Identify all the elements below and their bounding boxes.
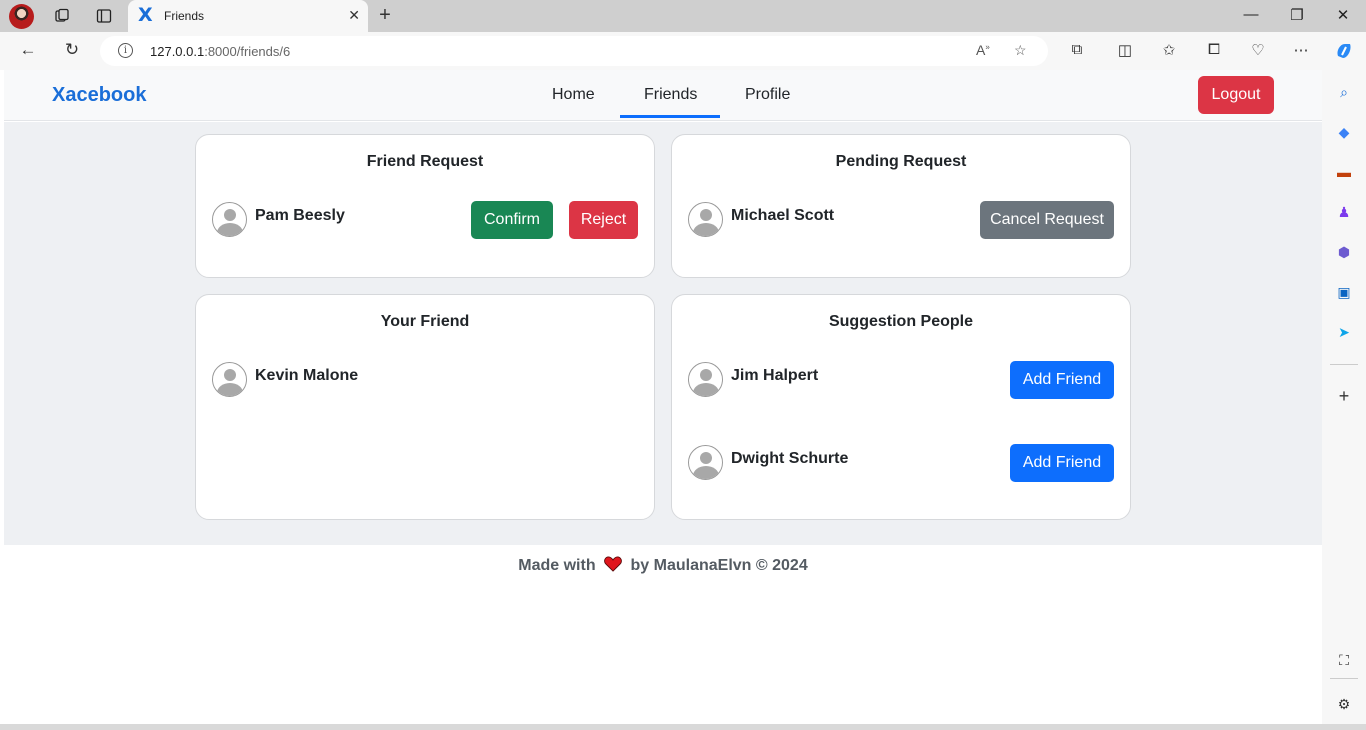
window-close-icon[interactable]: ✕	[1328, 6, 1358, 24]
person-name[interactable]: Michael Scott	[731, 207, 834, 225]
screenshot-icon[interactable]: ⛶	[1334, 650, 1354, 670]
favorite-star-icon[interactable]: ☆	[1014, 42, 1027, 59]
taskbar-edge	[0, 724, 1366, 730]
site-brand[interactable]: Xacebook	[52, 84, 146, 107]
sidebar-divider	[1330, 364, 1358, 365]
tab-close-icon[interactable]: ✕	[348, 7, 360, 24]
collections-icon[interactable]: ⧠	[1203, 41, 1225, 58]
tab-actions-icon[interactable]	[90, 4, 118, 28]
nav-profile[interactable]: Profile	[745, 86, 790, 104]
search-icon[interactable]: ⌕	[1334, 82, 1354, 102]
person-name[interactable]: Dwight Schurte	[731, 450, 848, 468]
games-icon[interactable]: ♟	[1334, 202, 1354, 222]
browser-tab-strip: X Friends ✕ + — ❐ ✕	[0, 0, 1366, 32]
site-navbar: Xacebook Home Friends Profile Logout	[4, 70, 1322, 121]
xacebook-favicon-icon: X	[138, 4, 153, 26]
microsoft365-icon[interactable]: ⬢	[1334, 242, 1354, 262]
avatar	[212, 202, 247, 237]
browser-profile-avatar[interactable]	[9, 4, 34, 29]
person-name[interactable]: Kevin Malone	[255, 367, 358, 385]
list-item: Kevin Malone	[212, 362, 638, 398]
reject-button[interactable]: Reject	[569, 201, 638, 239]
card-title: Friend Request	[366, 153, 484, 170]
card-title: Your Friend	[380, 313, 470, 330]
list-item: Jim Halpert Add Friend	[688, 361, 1114, 399]
friends-main: Friend Request Pam Beesly Confirm Reject…	[4, 122, 1322, 545]
browser-tab-friends[interactable]: X Friends ✕	[128, 0, 368, 32]
favorites-icon[interactable]: ✩	[1158, 41, 1180, 59]
card-title: Pending Request	[835, 153, 967, 170]
suggestion-people-card: Suggestion People Jim Halpert Add Friend…	[671, 294, 1131, 520]
extensions-icon[interactable]: ⧉	[1066, 41, 1088, 58]
url-text: 127.0.0.1:8000/friends/6	[150, 44, 291, 59]
avatar	[688, 445, 723, 480]
read-aloud-icon[interactable]: A»	[976, 42, 990, 58]
site-info-icon[interactable]: i	[118, 43, 133, 58]
list-item: Michael Scott Cancel Request	[688, 201, 1114, 239]
confirm-button[interactable]: Confirm	[471, 201, 553, 239]
drop-icon[interactable]: ➤	[1334, 322, 1354, 342]
tools-icon[interactable]: ▬	[1334, 162, 1354, 182]
workspaces-icon[interactable]	[48, 4, 76, 28]
card-title: Suggestion People	[828, 313, 973, 330]
heart-icon	[604, 556, 622, 572]
settings-gear-icon[interactable]: ⚙	[1334, 694, 1354, 714]
avatar	[212, 362, 247, 397]
person-name[interactable]: Jim Halpert	[731, 367, 818, 385]
browser-address-bar: ← ↻ i 127.0.0.1:8000/friends/6 A» ☆ ⧉ ◫ …	[0, 32, 1366, 70]
avatar	[688, 362, 723, 397]
shopping-tag-icon[interactable]: ◆	[1334, 122, 1354, 142]
more-menu-icon[interactable]: ⋯	[1290, 41, 1312, 59]
browser-sidebar: ⌕ ◆ ▬ ♟ ⬢ ▣ ➤ + ⛶ ⚙	[1322, 70, 1366, 730]
avatar	[688, 202, 723, 237]
nav-home[interactable]: Home	[552, 86, 595, 104]
minimize-icon[interactable]: —	[1236, 6, 1266, 23]
new-tab-icon[interactable]: +	[372, 4, 398, 28]
outlook-icon[interactable]: ▣	[1334, 282, 1354, 302]
pending-request-card: Pending Request Michael Scott Cancel Req…	[671, 134, 1131, 278]
person-name[interactable]: Pam Beesly	[255, 207, 345, 225]
back-icon[interactable]: ←	[16, 40, 40, 62]
site-footer: Made with by MaulanaElvn © 2024	[4, 545, 1322, 585]
add-sidebar-app-icon[interactable]: +	[1334, 386, 1354, 406]
footer-made-with: Made with	[518, 557, 596, 574]
cancel-request-button[interactable]: Cancel Request	[980, 201, 1114, 239]
page-viewport: Xacebook Home Friends Profile Logout Fri…	[4, 70, 1322, 724]
logout-button[interactable]: Logout	[1198, 76, 1274, 114]
browser-essentials-icon[interactable]: ♡	[1247, 41, 1269, 59]
footer-credit: by MaulanaElvn © 2024	[630, 557, 808, 574]
copilot-icon[interactable]	[1333, 41, 1355, 65]
add-friend-button[interactable]: Add Friend	[1010, 361, 1114, 399]
restore-icon[interactable]: ❐	[1282, 6, 1312, 24]
friend-request-card: Friend Request Pam Beesly Confirm Reject	[195, 134, 655, 278]
your-friend-card: Your Friend Kevin Malone	[195, 294, 655, 520]
add-friend-button[interactable]: Add Friend	[1010, 444, 1114, 482]
refresh-icon[interactable]: ↻	[60, 40, 84, 62]
list-item: Dwight Schurte Add Friend	[688, 444, 1114, 482]
nav-friends[interactable]: Friends	[644, 86, 697, 104]
sidebar-divider-bottom	[1330, 678, 1358, 679]
split-screen-icon[interactable]: ◫	[1114, 41, 1136, 59]
tab-title: Friends	[164, 9, 205, 23]
nav-active-indicator	[620, 115, 720, 118]
list-item: Pam Beesly Confirm Reject	[212, 201, 638, 239]
url-input[interactable]: i 127.0.0.1:8000/friends/6 A» ☆	[100, 36, 1048, 66]
